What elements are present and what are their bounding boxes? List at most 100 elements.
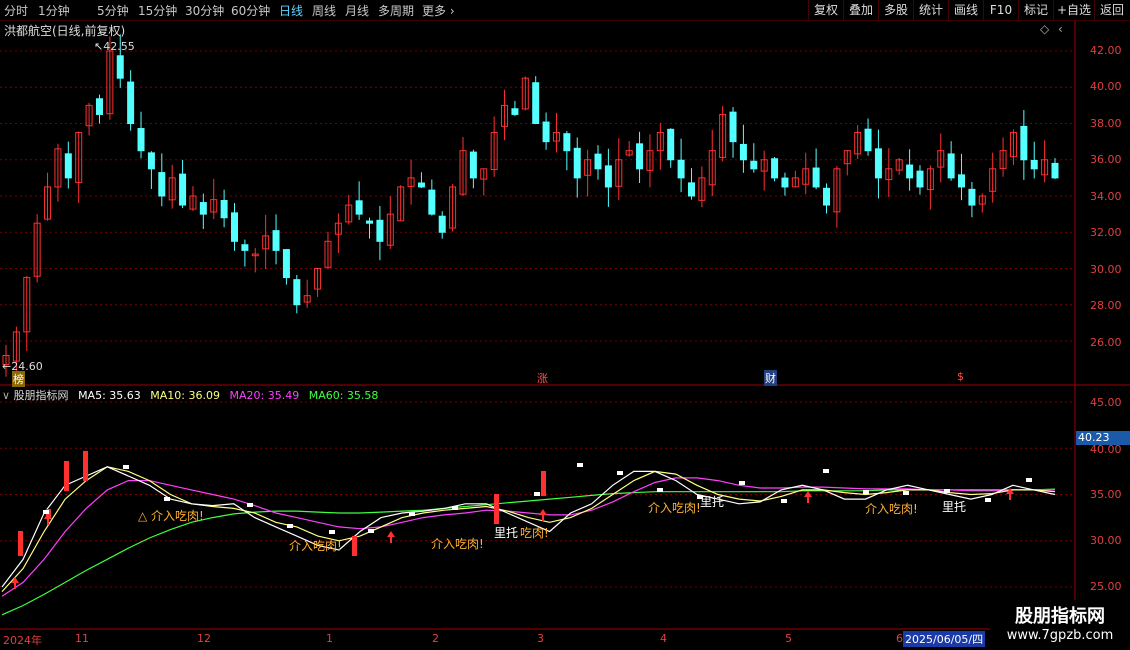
date-tick: 3 bbox=[537, 632, 544, 645]
add-watchlist-button[interactable]: +自选 bbox=[1053, 0, 1094, 20]
adjust-button[interactable]: 复权 bbox=[808, 0, 843, 20]
candle-down bbox=[750, 160, 758, 170]
period-tab-more[interactable]: 更多 › bbox=[422, 2, 455, 19]
ma-node-marker bbox=[329, 530, 335, 534]
candle-down bbox=[636, 143, 644, 170]
candle-down bbox=[1020, 125, 1028, 161]
period-tab-daily[interactable]: 日线 bbox=[279, 2, 303, 19]
period-tab-5min[interactable]: 5分钟 bbox=[97, 2, 129, 19]
period-tab-1min[interactable]: 1分钟 bbox=[38, 2, 70, 19]
ma-node-marker bbox=[1026, 478, 1032, 482]
candle-down bbox=[366, 220, 374, 224]
candle-down bbox=[95, 98, 103, 115]
diamond-icon[interactable]: ◇ bbox=[1040, 22, 1049, 36]
signal-annotation: 里托 bbox=[942, 500, 967, 514]
price-tick: 36.00 bbox=[1090, 153, 1122, 166]
candlestick-series bbox=[2, 34, 1059, 377]
ma-node-marker bbox=[739, 481, 745, 485]
period-tab-60min[interactable]: 60分钟 bbox=[231, 2, 270, 19]
ma-node-marker bbox=[164, 497, 170, 501]
ma-node-marker bbox=[823, 469, 829, 473]
period-tab-monthly[interactable]: 月线 bbox=[345, 2, 369, 19]
date-tick: 4 bbox=[660, 632, 667, 645]
candle-down bbox=[687, 182, 695, 197]
signal-bar bbox=[18, 531, 23, 556]
candle-down bbox=[469, 151, 477, 179]
chart-canvas[interactable] bbox=[0, 21, 1130, 650]
candle-down bbox=[968, 188, 976, 206]
candle-down bbox=[604, 165, 612, 188]
indicator-tick: 30.00 bbox=[1090, 534, 1122, 547]
chevron-right-icon: › bbox=[449, 4, 455, 18]
ma-node-marker bbox=[287, 524, 293, 528]
mark-button[interactable]: 标记 bbox=[1018, 0, 1053, 20]
signal-annotation: 里托 bbox=[494, 526, 519, 540]
candle-down bbox=[594, 153, 602, 170]
candle-down bbox=[874, 148, 882, 179]
price-tick: 32.00 bbox=[1090, 226, 1122, 239]
event-tag-limit-up[interactable]: 涨 bbox=[536, 370, 549, 386]
indicator-tick: 35.00 bbox=[1090, 488, 1122, 501]
candle-down bbox=[864, 128, 872, 152]
signal-annotation: 介入吃肉! bbox=[289, 539, 342, 553]
up-arrow-icon bbox=[11, 577, 19, 589]
period-tab-weekly[interactable]: 周线 bbox=[312, 2, 336, 19]
chevron-left-icon[interactable]: ‹ bbox=[1058, 22, 1063, 36]
ma-node-marker bbox=[903, 491, 909, 495]
event-tag-dividend[interactable]: $ bbox=[956, 370, 965, 383]
ma-node-marker bbox=[534, 492, 540, 496]
candle-down bbox=[293, 279, 301, 306]
candle-down bbox=[739, 143, 747, 161]
signal-annotation: △ 介入吃肉! bbox=[138, 509, 204, 523]
candle-down bbox=[179, 173, 187, 206]
multi-stock-button[interactable]: 多股 bbox=[878, 0, 913, 20]
candle-down bbox=[147, 152, 155, 170]
stats-button[interactable]: 统计 bbox=[913, 0, 948, 20]
period-tab-multi[interactable]: 多周期 bbox=[378, 2, 414, 19]
f10-button[interactable]: F10 bbox=[983, 0, 1018, 20]
up-arrow-icon bbox=[539, 509, 547, 521]
up-arrow-icon bbox=[804, 491, 812, 503]
candle-down bbox=[771, 158, 779, 179]
draw-line-button[interactable]: 画线 bbox=[948, 0, 983, 20]
candle-down bbox=[355, 200, 363, 215]
up-arrow-icon bbox=[387, 531, 395, 543]
candle-down bbox=[417, 182, 425, 188]
candle-down bbox=[781, 177, 789, 188]
ma-node-marker bbox=[452, 506, 458, 510]
ma-node-marker bbox=[43, 510, 49, 514]
signal-annotation: 里托 bbox=[700, 495, 725, 509]
candle-down bbox=[158, 172, 166, 197]
candle-down bbox=[199, 202, 207, 215]
ma10-label: MA10: 36.09 bbox=[150, 389, 220, 402]
date-tick: 6 bbox=[896, 632, 903, 645]
price-tick: 26.00 bbox=[1090, 336, 1122, 349]
signal-bar bbox=[541, 471, 546, 496]
candle-down bbox=[667, 128, 675, 161]
candle-down bbox=[511, 108, 519, 115]
period-tab-30min[interactable]: 30分钟 bbox=[185, 2, 224, 19]
ma-node-marker bbox=[985, 498, 991, 502]
indicator-name[interactable]: 股朋指标网 bbox=[14, 389, 69, 402]
candle-down bbox=[916, 170, 924, 188]
indicator-header: ∨ 股朋指标网 MA5: 35.63 MA10: 36.09 MA20: 35.… bbox=[2, 387, 384, 403]
candle-down bbox=[542, 121, 550, 143]
candle-down bbox=[438, 215, 446, 233]
period-tab-fenshi[interactable]: 分时 bbox=[4, 2, 28, 19]
indicator-tick: 25.00 bbox=[1090, 580, 1122, 593]
ma5-label: MA5: 35.63 bbox=[78, 389, 141, 402]
back-button[interactable]: 返回 bbox=[1094, 0, 1129, 20]
event-tag-rank[interactable]: 榜 bbox=[12, 371, 25, 387]
chevron-down-icon[interactable]: ∨ bbox=[2, 389, 10, 402]
current-date-badge: 2025/06/05/四 bbox=[903, 631, 986, 647]
date-tick: 2 bbox=[432, 632, 439, 645]
candle-down bbox=[812, 167, 820, 188]
event-tag-finance[interactable]: 财 bbox=[764, 370, 777, 386]
ma-node-marker bbox=[577, 463, 583, 467]
indicator-tick: 45.00 bbox=[1090, 396, 1122, 409]
candle-down bbox=[127, 81, 135, 124]
overlay-button[interactable]: 叠加 bbox=[843, 0, 878, 20]
signal-bar bbox=[352, 536, 357, 556]
signal-annotation: 介入吃肉! bbox=[431, 537, 484, 551]
period-tab-15min[interactable]: 15分钟 bbox=[138, 2, 177, 19]
